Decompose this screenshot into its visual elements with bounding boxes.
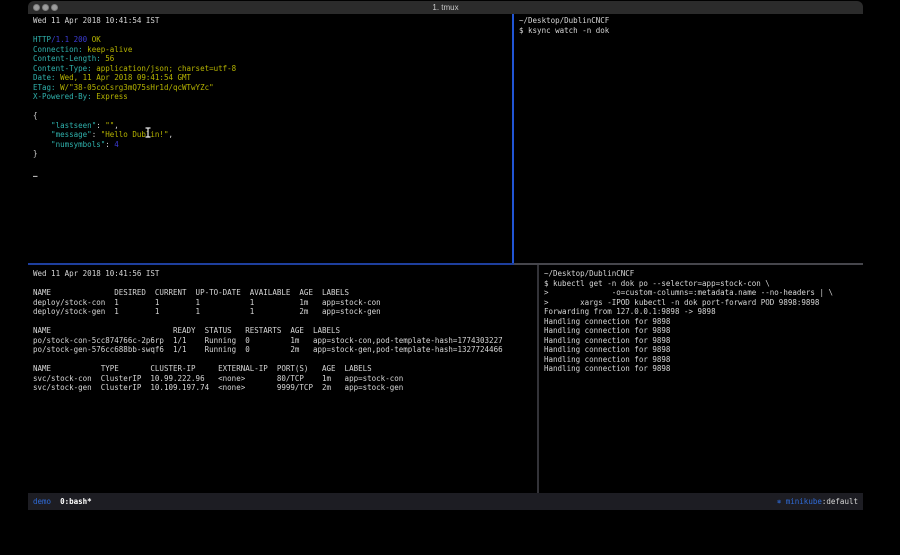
terminal-line: _ — [33, 168, 512, 178]
pane-ksync-content: ~/Desktop/DublinCNCF$ ksync watch -n dok — [514, 14, 863, 35]
terminal-text-token: ETag: — [33, 83, 56, 92]
terminal-line: Content-Type: application/json; charset=… — [33, 64, 512, 74]
pane-ksync[interactable]: ~/Desktop/DublinCNCF$ ksync watch -n dok — [514, 14, 863, 263]
terminal-line — [33, 26, 512, 36]
terminal-line: X-Powered-By: Express — [33, 92, 512, 102]
terminal-line — [33, 102, 512, 112]
terminal-line: { — [33, 111, 512, 121]
terminal-line: "numsymbols": 4 — [33, 140, 512, 150]
terminal-line: Wed 11 Apr 2018 10:41:56 IST — [33, 269, 537, 279]
terminal-text-token: "numsymbols" — [33, 140, 105, 149]
terminal-text-token: Content-Length: — [33, 54, 101, 63]
terminal-text-token: 4 — [114, 140, 119, 149]
terminal-line: Date: Wed, 11 Apr 2018 09:41:54 GMT — [33, 73, 512, 83]
terminal-window: 1. tmux Wed 11 Apr 2018 10:41:54 IST HTTP… — [28, 1, 863, 510]
window-titlebar[interactable]: 1. tmux — [28, 1, 863, 14]
terminal-line — [33, 317, 537, 327]
tmux-status-bar: demo 0:bash* ⎈ minikube:default — [28, 493, 863, 510]
window-title: 1. tmux — [28, 3, 863, 12]
terminal-text-token: OK — [92, 35, 101, 44]
terminal-text-token: : — [105, 140, 114, 149]
terminal-text-token: HTTP — [33, 35, 51, 44]
status-right-kube-context: ⎈ minikube:default — [777, 497, 858, 506]
terminal-line: Wed 11 Apr 2018 10:41:54 IST — [33, 16, 512, 26]
terminal-text-token: 0:bash* — [60, 497, 92, 506]
terminal-line: deploy/stock-gen 1 1 1 1 2m app=stock-ge… — [33, 307, 537, 317]
terminal-line: po/stock-gen-576cc688bb-swqf6 1/1 Runnin… — [33, 345, 537, 355]
terminal-line: ETag: W/"38-05coCsrg3mQ75sHr1d/qcWTwYZc" — [33, 83, 512, 93]
terminal-text-token: "message" — [33, 130, 92, 139]
terminal-text-token: Connection: — [33, 45, 83, 54]
terminal-text-token: Wed, 11 Apr 2018 09:41:54 GMT — [56, 73, 191, 82]
terminal-text-token: :default — [822, 497, 858, 506]
terminal-line: $ kubectl get -n dok po --selector=app=s… — [544, 279, 863, 289]
terminal-line: Connection: keep-alive — [33, 45, 512, 55]
terminal-text-token — [51, 497, 60, 506]
terminal-line: po/stock-con-5cc874766c-2p6rp 1/1 Runnin… — [33, 336, 537, 346]
terminal-line: deploy/stock-con 1 1 1 1 1m app=stock-co… — [33, 298, 537, 308]
terminal-line: "message": "Hello Dublin!", — [33, 130, 512, 140]
terminal-line: > -o=custom-columns=:metadata.name --no-… — [544, 288, 863, 298]
terminal-line: svc/stock-con ClusterIP 10.99.222.96 <no… — [33, 374, 537, 384]
terminal-text-token: W/"38-05coCsrg3mQ75sHr1d/qcWTwYZc" — [56, 83, 214, 92]
terminal-line — [33, 279, 537, 289]
terminal-line: svc/stock-gen ClusterIP 10.109.197.74 <n… — [33, 383, 537, 393]
pane-http-response-content: Wed 11 Apr 2018 10:41:54 IST HTTP/1.1 200… — [28, 14, 512, 178]
desktop-background: 1. tmux Wed 11 Apr 2018 10:41:54 IST HTTP… — [0, 0, 900, 555]
tmux-session: Wed 11 Apr 2018 10:41:54 IST HTTP/1.1 200… — [28, 14, 863, 493]
zoom-button[interactable] — [51, 4, 58, 11]
terminal-text-token: : — [92, 130, 101, 139]
terminal-line: Handling connection for 9898 — [544, 355, 863, 365]
terminal-text-token: ⎈ — [777, 497, 786, 506]
terminal-text-token: : — [96, 121, 105, 130]
terminal-text-token: , — [168, 130, 173, 139]
terminal-line: > xargs -IPOD kubectl -n dok port-forwar… — [544, 298, 863, 308]
traffic-lights — [28, 4, 58, 11]
terminal-line: NAME DESIRED CURRENT UP-TO-DATE AVAILABL… — [33, 288, 537, 298]
pane-kubectl-get[interactable]: Wed 11 Apr 2018 10:41:56 IST NAME DESIRED… — [28, 265, 537, 493]
terminal-text-token: minikube — [786, 497, 822, 506]
terminal-text-token: Express — [92, 92, 128, 101]
terminal-line: Handling connection for 9898 — [544, 364, 863, 374]
text-cursor-pointer — [144, 123, 152, 142]
terminal-line: Handling connection for 9898 — [544, 317, 863, 327]
terminal-line: "lastseen": "", — [33, 121, 512, 131]
pane-port-forward[interactable]: ~/Desktop/DublinCNCF$ kubectl get -n dok… — [539, 265, 863, 493]
terminal-text-token: demo — [33, 497, 51, 506]
pane-kubectl-get-content: Wed 11 Apr 2018 10:41:56 IST NAME DESIRED… — [28, 265, 537, 393]
terminal-text-token: "lastseen" — [33, 121, 96, 130]
terminal-line — [33, 159, 512, 169]
terminal-text-token: "Hello Dublin!" — [101, 130, 169, 139]
terminal-line: ~/Desktop/DublinCNCF — [544, 269, 863, 279]
terminal-text-token: X-Powered-By: — [33, 92, 92, 101]
terminal-text-token: Date: — [33, 73, 56, 82]
terminal-text-token: , — [114, 121, 119, 130]
terminal-text-token: application/json; charset=utf-8 — [92, 64, 237, 73]
terminal-line: ~/Desktop/DublinCNCF — [519, 16, 863, 26]
terminal-text-token: keep-alive — [83, 45, 133, 54]
terminal-line: NAME TYPE CLUSTER-IP EXTERNAL-IP PORT(S)… — [33, 364, 537, 374]
terminal-line — [33, 355, 537, 365]
terminal-line: Content-Length: 56 — [33, 54, 512, 64]
terminal-line: HTTP/1.1 200 OK — [33, 35, 512, 45]
terminal-line: Handling connection for 9898 — [544, 345, 863, 355]
terminal-text-token: _ — [33, 168, 38, 177]
terminal-line: NAME READY STATUS RESTARTS AGE LABELS — [33, 326, 537, 336]
terminal-line: Handling connection for 9898 — [544, 326, 863, 336]
terminal-line: $ ksync watch -n dok — [519, 26, 863, 36]
terminal-text-token: 56 — [101, 54, 115, 63]
terminal-line: Handling connection for 9898 — [544, 336, 863, 346]
terminal-text-token: /1.1 200 — [51, 35, 87, 44]
terminal-line: Forwarding from 127.0.0.1:9898 -> 9898 — [544, 307, 863, 317]
terminal-line: } — [33, 149, 512, 159]
terminal-text-token: "" — [105, 121, 114, 130]
pane-port-forward-content: ~/Desktop/DublinCNCF$ kubectl get -n dok… — [539, 265, 863, 374]
minimize-button[interactable] — [42, 4, 49, 11]
terminal-text-token: Content-Type: — [33, 64, 92, 73]
pane-http-response[interactable]: Wed 11 Apr 2018 10:41:54 IST HTTP/1.1 200… — [28, 14, 512, 263]
status-left-session-window[interactable]: demo 0:bash* — [33, 497, 92, 506]
close-button[interactable] — [33, 4, 40, 11]
